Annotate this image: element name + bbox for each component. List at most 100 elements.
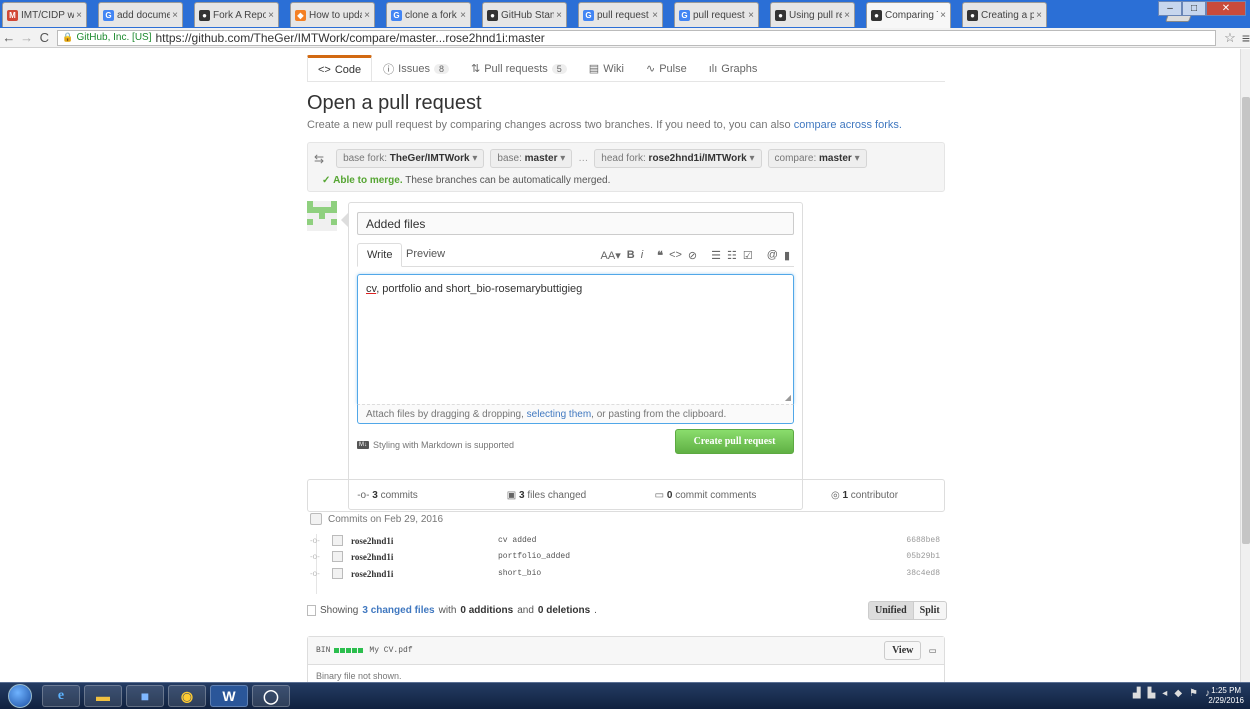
attach-files-dropzone[interactable]: Attach files by dragging & dropping, sel…	[357, 404, 794, 424]
split-view-button[interactable]: Split	[913, 601, 947, 620]
tab-close-icon[interactable]: ×	[748, 10, 754, 21]
browser-tab[interactable]: ●Creating a pull requ×	[962, 2, 1047, 27]
tab-write[interactable]: Write	[357, 243, 403, 267]
tab-favicon-icon: G	[391, 9, 402, 21]
shield-icon[interactable]: ◆	[1174, 688, 1182, 699]
commit-avatar[interactable]	[332, 568, 343, 579]
tab-close-icon[interactable]: ×	[1036, 10, 1042, 21]
compare-across-forks-link[interactable]: compare across forks.	[794, 119, 902, 131]
commit-avatar[interactable]	[332, 551, 343, 562]
browser-tab[interactable]: MIMT/CIDP work - ro×	[2, 2, 87, 27]
unordered-list-icon[interactable]: ☰	[711, 249, 721, 262]
internet-explorer-icon[interactable]: e	[42, 685, 80, 707]
taskbar-clock[interactable]: 1:25 PM 2/29/2016	[1208, 686, 1244, 706]
compare-branch-select[interactable]: compare: master ▾	[767, 149, 867, 168]
tab-pulse[interactable]: ∿ Pulse	[635, 55, 698, 82]
tab-close-icon[interactable]: ×	[76, 10, 82, 21]
word-icon[interactable]: W	[210, 685, 248, 707]
maximize-button[interactable]: □	[1182, 1, 1206, 16]
start-button[interactable]	[8, 684, 32, 708]
ordered-list-icon[interactable]: ☷	[727, 249, 737, 262]
tab-close-icon[interactable]: ×	[460, 10, 466, 21]
minimize-button[interactable]: –	[1158, 1, 1182, 16]
chrome-menu-icon[interactable]: ≡	[1242, 30, 1250, 46]
page-scrollbar[interactable]	[1240, 49, 1250, 682]
forward-icon[interactable]: →	[18, 30, 36, 45]
commit-avatar[interactable]	[332, 535, 343, 546]
bold-icon[interactable]: B	[627, 249, 635, 262]
url-text: https://github.com/TheGer/IMTWork/compar…	[155, 30, 545, 45]
repo-nav: <> Code ⓘ Issues 8 ⇅ Pull requests 5 ▤ W…	[307, 55, 768, 82]
close-window-button[interactable]: ✕	[1206, 1, 1246, 16]
tray-app-icon[interactable]: ▙	[1148, 688, 1156, 699]
browser-tab[interactable]: Gadd documents to×	[98, 2, 183, 27]
tab-close-icon[interactable]: ×	[940, 10, 946, 21]
mention-icon[interactable]: @	[767, 249, 778, 262]
contributors-count[interactable]: ◎ 1 contributor	[785, 490, 944, 501]
media-player-icon[interactable]: ■	[126, 685, 164, 707]
tab-favicon-icon: M	[7, 9, 18, 21]
app-icon[interactable]: ◯	[252, 685, 290, 707]
check-icon: ✓	[322, 175, 331, 186]
pr-title-input[interactable]	[357, 212, 794, 235]
browser-tab[interactable]: Gpull request in git -×	[578, 2, 663, 27]
address-bar[interactable]: 🔒 GitHub, Inc. [US] https://github.com/T…	[57, 29, 1217, 46]
tab-favicon-icon: G	[583, 9, 594, 21]
resize-handle-icon[interactable]: ◢	[785, 393, 791, 402]
tab-preview[interactable]: Preview	[397, 243, 454, 267]
compare-summary: -o- 3 commits ▣ 3 files changed ▭ 0 comm…	[307, 479, 945, 512]
tab-issues[interactable]: ⓘ Issues 8	[372, 55, 460, 82]
volume-icon[interactable]: ◂	[1162, 688, 1167, 699]
network-icon[interactable]: ▟	[1133, 688, 1141, 699]
scrollbar-thumb[interactable]	[1242, 97, 1250, 544]
back-icon[interactable]: ←	[0, 30, 18, 45]
device-desktop-icon[interactable]: ▭	[929, 644, 936, 658]
tab-close-icon[interactable]: ×	[844, 10, 850, 21]
browser-tab[interactable]: ◆How to update a Gi×	[290, 2, 375, 27]
link-icon[interactable]: ⊘	[688, 249, 697, 262]
changed-files-link[interactable]: 3 changed files	[362, 605, 434, 616]
tab-close-icon[interactable]: ×	[172, 10, 178, 21]
markdown-note[interactable]: M↓ Styling with Markdown is supported	[357, 440, 514, 450]
chrome-icon[interactable]: ◉	[168, 685, 206, 707]
text-size-icon[interactable]: AA▾	[601, 249, 621, 262]
tab-pull-requests[interactable]: ⇅ Pull requests 5	[460, 55, 578, 82]
create-pull-request-button[interactable]: Create pull request	[675, 429, 794, 454]
file-explorer-icon[interactable]: ▬	[84, 685, 122, 707]
browser-tab[interactable]: Gclone a fork - Goog×	[386, 2, 471, 27]
selecting-them-link[interactable]: selecting them	[527, 409, 591, 420]
tab-close-icon[interactable]: ×	[652, 10, 658, 21]
issue-opened-icon: ⓘ	[383, 63, 395, 76]
head-fork-select[interactable]: head fork: rose2hnd1i/IMTWork ▾	[594, 149, 762, 168]
code-icon[interactable]: <>	[669, 249, 682, 262]
git-commit-icon: -o-	[310, 569, 320, 578]
commits-count[interactable]: -o- 3 commits	[308, 490, 467, 501]
unified-view-button[interactable]: Unified	[868, 601, 914, 620]
browser-tab[interactable]: ●Using pull requests×	[770, 2, 855, 27]
files-changed-count[interactable]: ▣ 3 files changed	[467, 490, 626, 501]
browser-tab[interactable]: ●Comparing TheGer/×	[866, 2, 951, 28]
flag-icon[interactable]: ⚑	[1189, 688, 1198, 699]
view-file-button[interactable]: View	[884, 641, 922, 660]
italic-icon[interactable]: i	[641, 249, 643, 262]
tab-close-icon[interactable]: ×	[364, 10, 370, 21]
quote-icon[interactable]: ❝	[657, 249, 663, 262]
tab-close-icon[interactable]: ×	[268, 10, 274, 21]
commit-comments-count: ▭ 0 commit comments	[654, 490, 757, 501]
reload-icon[interactable]: C	[36, 30, 54, 45]
browser-tab[interactable]: ●Fork A Repo - User×	[194, 2, 279, 27]
browser-tab[interactable]: Gpull request - Goog×	[674, 2, 759, 27]
browser-tab[interactable]: ●GitHub Standard Fo×	[482, 2, 567, 27]
tab-wiki[interactable]: ▤ Wiki	[578, 55, 635, 82]
task-list-icon[interactable]: ☑	[743, 249, 753, 262]
range-separator: …	[578, 153, 589, 164]
tab-code[interactable]: <> Code	[307, 55, 373, 82]
tab-graphs[interactable]: ılı Graphs	[698, 55, 769, 82]
bookmark-star-icon[interactable]: ☆	[1224, 30, 1236, 46]
file-name[interactable]: My CV.pdf	[369, 646, 412, 655]
bookmark-icon[interactable]: ▮	[784, 249, 790, 262]
tab-close-icon[interactable]: ×	[556, 10, 562, 21]
base-fork-select[interactable]: base fork: TheGer/IMTWork ▾	[336, 149, 485, 168]
base-branch-select[interactable]: base: master ▾	[490, 149, 573, 168]
pr-body-textarea[interactable]: cv, portfolio and short_bio-rosemarybutt…	[357, 274, 794, 404]
